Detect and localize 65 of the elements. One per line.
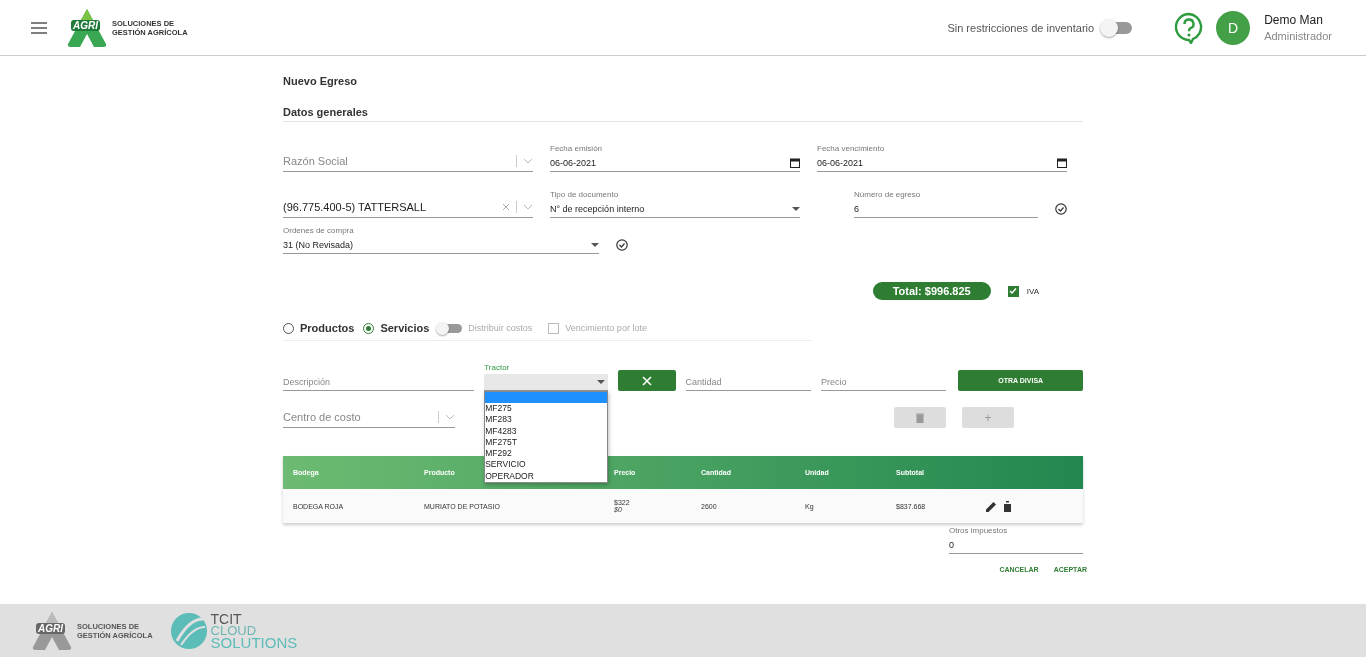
dropdown-option[interactable]: MF292	[485, 448, 608, 460]
select-field[interactable]: 31 (No Revisada)	[283, 237, 599, 254]
section-title: Datos generales	[283, 106, 1083, 122]
calendar-icon[interactable]	[790, 158, 800, 168]
number-field[interactable]: 6	[854, 201, 1038, 218]
form-title: Nuevo Egreso	[283, 75, 358, 87]
dropdown-option[interactable]: SERVICIO	[485, 459, 608, 471]
caret-icon	[596, 380, 605, 384]
user-role: Administrador	[1264, 28, 1332, 44]
date-field[interactable]: 06-06-2021	[550, 155, 800, 172]
help-icon[interactable]	[1174, 11, 1205, 44]
check-circle-icon[interactable]	[616, 239, 628, 251]
chevron-icon	[445, 414, 455, 420]
logo-text: AGRI	[71, 19, 100, 31]
caret-icon	[792, 207, 800, 211]
number-field[interactable]: 0	[949, 537, 1083, 554]
select-field[interactable]: N° de recepción interno	[550, 201, 800, 218]
select-field[interactable]: Razón Social	[283, 151, 533, 172]
dropdown-option[interactable]: MF283	[485, 414, 608, 426]
radio-label: Servicios	[380, 322, 430, 334]
leaf-logo-icon	[168, 610, 209, 651]
total-badge: Total: $996.825	[872, 282, 991, 300]
field-label: Tractor	[484, 363, 511, 372]
trash-icon	[916, 412, 924, 423]
select-field[interactable]	[484, 374, 608, 391]
calendar-icon[interactable]	[1057, 158, 1067, 168]
logo-text: TCIT	[210, 612, 242, 625]
logo-text: AGRI	[36, 622, 65, 634]
check-circle-icon[interactable]	[1055, 203, 1067, 215]
dropdown-option[interactable]: MF275	[485, 403, 608, 415]
field-label: Otros impuestos	[949, 526, 1009, 535]
field-label: Tipo de documento	[550, 190, 620, 199]
text-field[interactable]: Descripción	[283, 374, 475, 391]
field-label: Número de egreso	[854, 190, 922, 199]
dropdown-option[interactable]: OPERADOR	[485, 470, 608, 483]
inventory-toggle-label: Sin restricciones de inventario	[947, 21, 1095, 34]
close-icon	[641, 375, 652, 386]
chevron-icon	[523, 158, 533, 164]
inventory-toggle[interactable]	[1102, 21, 1133, 34]
menu-icon[interactable]	[31, 21, 47, 34]
field-label: Ordenes de compra	[283, 226, 355, 235]
text-field[interactable]: Cantidad	[685, 374, 811, 391]
text-field[interactable]: Precio	[821, 374, 947, 391]
logo-text: SOLUTIONS	[210, 636, 298, 649]
date-field[interactable]: 06-06-2021	[817, 155, 1067, 172]
caret-icon	[591, 243, 599, 247]
trash-icon[interactable]	[1003, 500, 1012, 512]
dropdown-option[interactable]: MF275T	[485, 436, 608, 449]
toggle-label: Distribuir costos	[468, 323, 533, 333]
field-label: Fecha emisión	[550, 144, 604, 153]
checkbox[interactable]	[548, 322, 560, 334]
clear-button[interactable]	[617, 370, 676, 391]
select-field[interactable]: (96.775.400-5) TATTERSALL	[283, 197, 533, 218]
checkbox[interactable]	[1007, 285, 1019, 297]
user-name: Demo Man	[1264, 11, 1324, 28]
pencil-icon[interactable]	[986, 500, 997, 512]
radio-label: Productos	[300, 322, 355, 334]
chevron-icon	[523, 204, 533, 210]
distribute-toggle[interactable]	[438, 323, 463, 333]
checkbox-label: Vencimiento por lote	[565, 323, 647, 333]
field-label: Fecha vencimiento	[817, 144, 886, 153]
select-field[interactable]: Centro de costo	[283, 407, 455, 428]
dropdown-option[interactable]: MF4283	[485, 425, 608, 437]
checkbox-label: IVA	[1026, 286, 1039, 296]
logo-text: CLOUD	[210, 624, 258, 637]
